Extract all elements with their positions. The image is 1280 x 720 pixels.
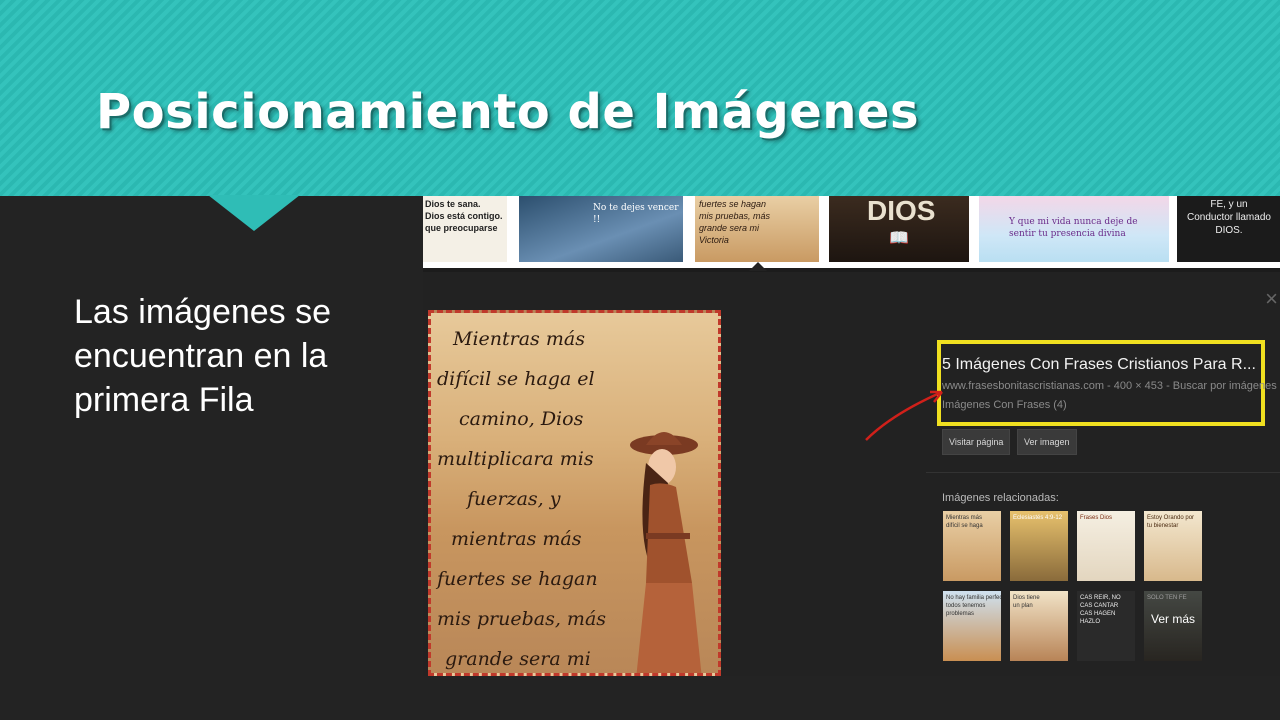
more-images-link[interactable]: Ver más — [1144, 591, 1202, 661]
view-image-button[interactable]: Ver imagen — [1017, 429, 1077, 455]
thumbnail-text: fuertes se hagan mis pruebas, más grande… — [699, 199, 771, 245]
quote-line: multiplicara mis — [437, 448, 594, 470]
thumbnail-text: Eclesiastés 4:9-12 — [1013, 515, 1063, 521]
result-thumbnail[interactable]: DIOS 📖 — [829, 196, 969, 262]
thumbnail-text: Frases Dios — [1080, 515, 1113, 521]
close-icon[interactable]: × — [1265, 286, 1278, 312]
thumbnail-text: Mientras más difícil se haga — [946, 515, 983, 529]
banner-notch — [208, 195, 300, 231]
result-thumbnail[interactable]: Y que mi vida nunca deje de sentir tu pr… — [979, 196, 1169, 262]
thumbnail-text: Dios tiene un plan — [1013, 595, 1040, 609]
thumbnail-text: DIOS — [867, 196, 936, 226]
related-thumbnail[interactable]: Frases Dios — [1077, 511, 1135, 581]
thumbnail-text: Y que mi vida nunca deje de sentir tu pr… — [1009, 217, 1138, 239]
result-thumbnail[interactable]: No te dejes vencer !! — [519, 196, 683, 262]
quote-line: grande sera mi — [445, 648, 591, 670]
result-source[interactable]: www.frasesbonitascristianas.com - 400 × … — [942, 380, 1277, 392]
preview-image[interactable]: Mientras más difícil se haga el camino, … — [428, 310, 721, 676]
thumbnail-text: No hay familia perfecta todos tenemos pr… — [946, 595, 1001, 617]
quote-line: mientras más — [451, 528, 582, 550]
panel-divider — [926, 472, 1280, 473]
visit-page-button[interactable]: Visitar página — [942, 429, 1011, 455]
quote-line: mis pruebas, más — [437, 608, 607, 630]
related-thumbnail[interactable]: Eclesiastés 4:9-12 — [1010, 511, 1068, 581]
quote-line: fuertes se hagan — [437, 568, 598, 590]
result-thumbnail[interactable]: Dios te sana. Dios está contigo. que pre… — [423, 196, 507, 262]
quote-line: camino, Dios — [459, 408, 584, 430]
quote-line: difícil se haga el — [437, 368, 595, 390]
red-arrow-annotation — [865, 390, 943, 441]
thumbnail-text: No te dejes vencer !! — [593, 203, 679, 225]
thumbnail-text: Dios te sana. Dios está contigo. que pre… — [425, 199, 503, 233]
book-icon: 📖 — [889, 230, 909, 247]
related-thumbnail[interactable]: CAS REIR, NO CAS CANTAR CAS HAGEN HAZLO — [1077, 591, 1135, 661]
related-thumbnail[interactable]: Mientras más difícil se haga — [943, 511, 1001, 581]
slide-body-text: Las imágenes se encuentran en la primera… — [74, 293, 332, 419]
related-thumbnail[interactable]: Dios tiene un plan — [1010, 591, 1068, 661]
related-images-label: Imágenes relacionadas: — [942, 492, 1059, 504]
thumbnail-text: Estoy Orando por tu bienestar — [1147, 515, 1195, 529]
result-title-link[interactable]: 5 Imágenes Con Frases Cristianos Para R.… — [942, 356, 1256, 374]
thumbnail-text: CAS REIR, NO CAS CANTAR CAS HAGEN HAZLO — [1080, 595, 1121, 625]
image-results-strip: Dios te sana. Dios está contigo. que pre… — [423, 196, 1280, 268]
slide-title: Posicionamiento de Imágenes — [96, 84, 920, 140]
related-thumbnail[interactable]: SOLO TEN FE Ver más — [1144, 591, 1202, 661]
related-thumbnail[interactable]: Estoy Orando por tu bienestar — [1144, 511, 1202, 581]
related-thumbnail[interactable]: No hay familia perfecta todos tenemos pr… — [943, 591, 1001, 661]
quote-line: Mientras más — [453, 328, 585, 350]
result-album[interactable]: Imágenes Con Frases (4) — [942, 399, 1067, 411]
result-thumbnail[interactable]: FE, y un Conductor llamado DIOS. — [1177, 196, 1280, 262]
image-quote: Mientras más difícil se haga el camino, … — [437, 319, 677, 673]
result-thumbnail[interactable]: fuertes se hagan mis pruebas, más grande… — [695, 196, 819, 262]
thumbnail-text: FE, y un Conductor llamado DIOS. — [1187, 199, 1271, 236]
selected-caret — [749, 262, 767, 271]
quote-line: fuerzas, y — [467, 488, 561, 510]
